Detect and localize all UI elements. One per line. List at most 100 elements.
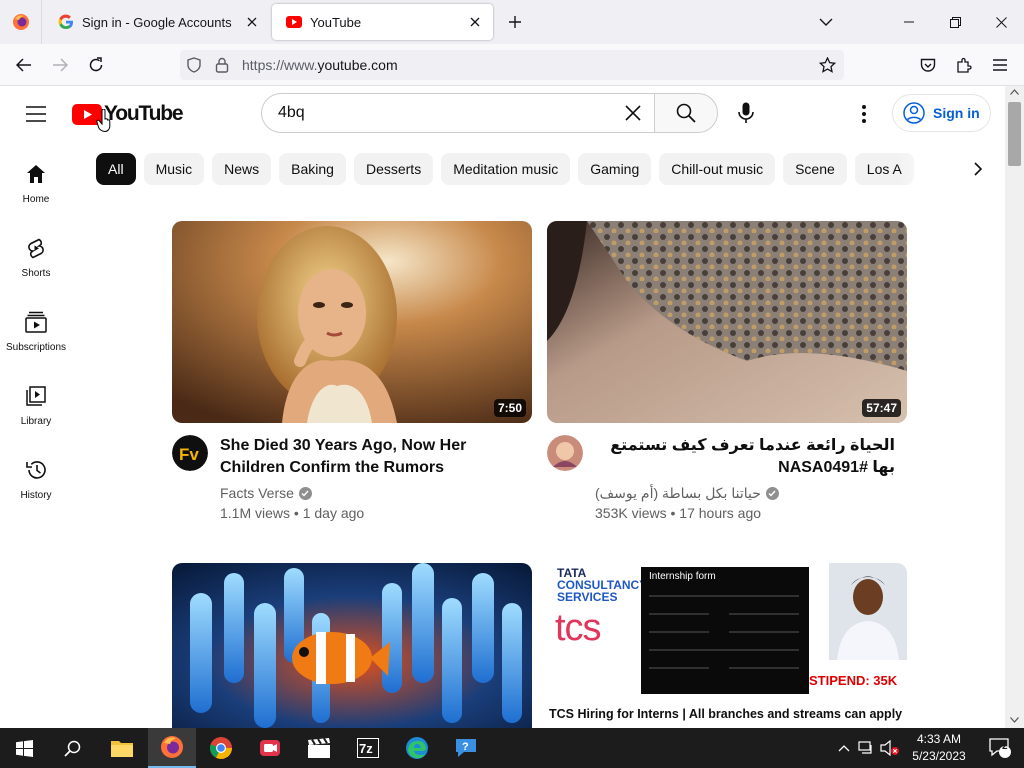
chip-meditation-music[interactable]: Meditation music [441,153,571,185]
extensions-button[interactable] [950,51,978,79]
list-all-tabs-button[interactable] [814,10,838,34]
file-explorer-button[interactable] [98,728,146,768]
more-vertical-icon [862,105,866,123]
show-hidden-icons-icon[interactable] [838,744,850,752]
folder-icon [111,741,133,757]
chrome-icon [210,737,232,759]
action-center-button[interactable]: 2 [976,728,1024,768]
chip-chill-out-music[interactable]: Chill-out music [659,153,776,185]
guide-item-subscriptions[interactable]: Subscriptions [0,298,72,368]
verified-badge-icon [765,487,779,500]
search-bar: 4bq [261,93,718,133]
7zip-taskbar-button[interactable]: 7z [344,728,392,768]
video-thumbnail[interactable]: TATA CONSULTANCY SERVICES tcs Internship… [547,563,907,728]
windows-taskbar: 7z ? 4:33 AM 5/23/2023 2 [0,728,1024,768]
guide-item-history[interactable]: History [0,446,72,516]
video-card[interactable]: TATA CONSULTANCY SERVICES tcs Internship… [547,563,907,728]
chip-gaming[interactable]: Gaming [578,153,652,185]
guide-item-home[interactable]: Home [0,150,72,220]
lock-icon[interactable] [208,50,236,80]
pocket-button[interactable] [914,51,942,79]
close-tab-icon[interactable] [467,14,483,30]
maximize-button[interactable] [932,0,978,44]
address-bar[interactable]: https://www.youtube.com [180,50,844,80]
start-button[interactable] [0,728,48,768]
video-card[interactable]: 57:47 الحياة رائعة عندما تعرف كيف تستمتع… [547,221,907,531]
video-duration: 7:50 [493,399,526,417]
video-thumbnail[interactable] [172,563,532,728]
scrollbar-thumb[interactable] [1008,102,1021,166]
arrow-right-icon [53,58,68,72]
close-icon [625,105,641,121]
guide-menu-button[interactable] [20,100,52,128]
chip-bar-next-button[interactable] [962,153,994,185]
youtube-logo[interactable]: YouTube [72,102,184,125]
internship-form-image: Internship form [641,567,809,694]
edge-taskbar-button[interactable] [393,728,441,768]
channel-avatar[interactable]: Fv [172,435,208,471]
history-icon [24,458,48,482]
volume-muted-icon[interactable] [880,740,900,756]
scroll-down-icon[interactable] [1010,717,1019,723]
chip-scene[interactable]: Scene [783,153,847,185]
app-menu-button[interactable] [986,51,1014,79]
svg-text:7z: 7z [359,741,373,756]
channel-avatar[interactable] [547,435,583,471]
help-taskbar-button[interactable]: ? [442,728,490,768]
tab-youtube[interactable]: YouTube [272,4,493,40]
screen-recorder-taskbar-button[interactable] [246,728,294,768]
search-taskbar-button[interactable] [48,728,96,768]
tab-google-accounts[interactable]: Sign in - Google Accounts [44,4,270,40]
chip-all[interactable]: All [96,153,136,185]
guide-label: Subscriptions [5,342,67,353]
guide-item-library[interactable]: Library [0,372,72,442]
firefox-taskbar-button[interactable] [148,728,196,768]
stipend-text: STIPEND: 35K [809,673,898,688]
page-scrollbar[interactable] [1005,86,1024,728]
minimize-button[interactable] [886,0,932,44]
chip-music[interactable]: Music [143,153,205,185]
video-title[interactable]: She Died 30 Years Ago, Now Her Children … [220,435,520,479]
settings-menu-button[interactable] [850,100,878,128]
clear-search-button[interactable] [621,101,645,125]
clock-time: 4:33 AM [916,732,962,746]
video-thumbnail[interactable]: 7:50 [172,221,532,423]
thumbnail-image [172,221,532,423]
home-icon [24,162,48,186]
video-metadata: 1.1M views • 1 day ago [220,505,365,521]
taskbar-clock[interactable]: 4:33 AM 5/23/2023 [905,731,973,765]
forward-button[interactable] [46,51,74,79]
sign-in-button[interactable]: Sign in [892,94,991,132]
network-icon[interactable] [858,741,874,755]
video-title[interactable]: الحياة رائعة عندما تعرف كيف تستمتع بها #… [595,435,895,479]
close-tab-icon[interactable] [244,14,260,30]
scroll-up-icon[interactable] [1010,89,1019,95]
bookmark-star-icon[interactable] [810,50,844,80]
channel-name[interactable]: حياتنا بكل بساطة (أم يوسف) [595,485,779,502]
close-window-button[interactable] [978,0,1024,44]
guide-item-shorts[interactable]: Shorts [0,224,72,294]
chip-news[interactable]: News [212,153,272,185]
voice-search-button[interactable] [730,96,762,130]
back-button[interactable] [10,51,38,79]
video-card[interactable] [172,563,532,728]
search-button[interactable] [654,93,718,133]
url-prefix: https://www. [242,57,318,73]
clapperboard-taskbar-button[interactable] [295,728,343,768]
new-tab-button[interactable] [503,10,527,34]
channel-name[interactable]: Facts Verse [220,485,312,501]
video-thumbnail[interactable]: 57:47 [547,221,907,423]
thumbnail-caption: TCS Hiring for Interns | All branches an… [549,707,903,721]
reload-button[interactable] [82,51,110,79]
chip-desserts[interactable]: Desserts [353,153,434,185]
search-input[interactable]: 4bq [261,93,655,133]
google-favicon-icon [58,14,73,30]
chip-baking[interactable]: Baking [279,153,346,185]
chrome-taskbar-button[interactable] [197,728,245,768]
view-count: 1.1M views [220,505,291,521]
search-icon [63,740,80,757]
video-card[interactable]: 7:50 Fv She Died 30 Years Ago, Now Her C… [172,221,532,531]
firefox-view-button[interactable] [0,0,42,44]
tcs-logo-text: tcs [555,607,602,649]
tracking-protection-icon[interactable] [180,50,208,80]
